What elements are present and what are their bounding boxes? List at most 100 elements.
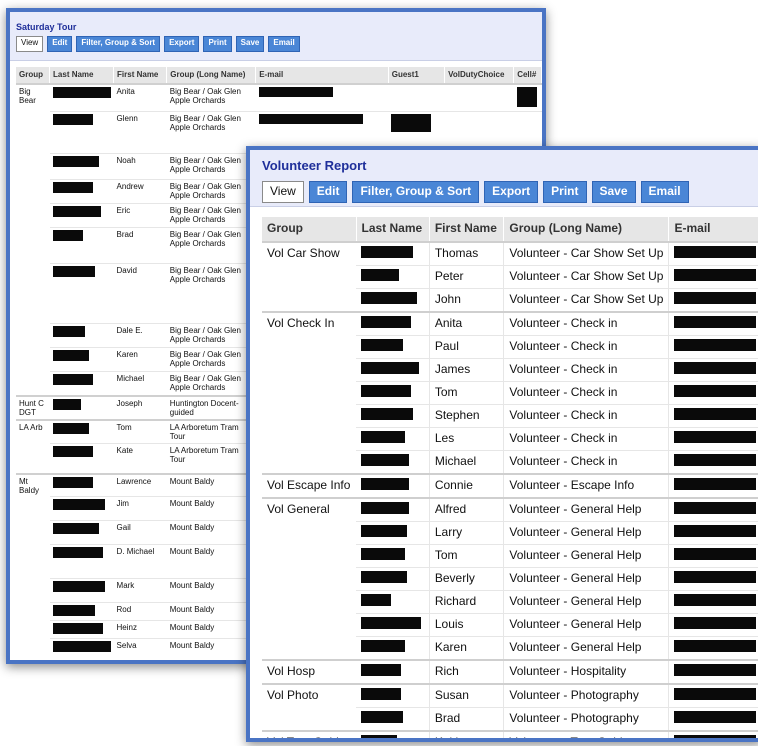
- row-last-name: [49, 394, 114, 420]
- table-row[interactable]: Vol Photo Susan Volunteer - Photography: [262, 683, 758, 708]
- redacted-value: [52, 581, 105, 592]
- row-group-empty: [262, 266, 356, 289]
- row-group-long-name: Mount Baldy: [166, 602, 256, 621]
- row-first-name: Tom: [429, 381, 505, 405]
- export-button[interactable]: Export: [484, 181, 539, 203]
- table-row[interactable]: Vol Tour Guide Keith Volunteer - Tour Guid…: [262, 730, 758, 738]
- column-header-last-name[interactable]: Last Name: [49, 67, 115, 84]
- table-row[interactable]: John Volunteer - Car Show Set Up: [262, 288, 758, 313]
- redacted-value: [391, 114, 432, 132]
- filter-group-sort-button[interactable]: Filter, Group & Sort: [352, 181, 480, 203]
- table-row[interactable]: Brad Volunteer - Photography: [262, 707, 758, 732]
- table-row[interactable]: Tom Volunteer - General Help: [262, 544, 758, 568]
- column-header-last-name[interactable]: Last Name: [356, 217, 430, 242]
- row-group-empty: [262, 637, 356, 661]
- row-group-long-name: Volunteer - General Help: [503, 567, 670, 591]
- table-row[interactable]: Peter Volunteer - Car Show Set Up: [262, 265, 758, 289]
- table-row[interactable]: James Volunteer - Check in: [262, 358, 758, 382]
- column-header-group[interactable]: Group: [16, 67, 51, 84]
- save-button[interactable]: Save: [235, 36, 265, 52]
- print-button[interactable]: Print: [203, 36, 232, 52]
- row-group-long-name: LA Arboretum Tram Tour: [166, 418, 256, 444]
- column-header-group-long-name[interactable]: Group (Long Name): [166, 67, 257, 84]
- table-row[interactable]: Michael Volunteer - Check in: [262, 450, 758, 475]
- column-header-first-name[interactable]: First Name: [429, 217, 505, 242]
- row-group-long-name: Big Bear / Oak Glen Apple Orchards: [166, 83, 256, 112]
- row-first-name: Anita: [429, 311, 505, 336]
- redacted-value: [361, 502, 409, 514]
- export-button[interactable]: Export: [164, 36, 200, 52]
- redacted-value: [674, 339, 757, 351]
- column-header-voldutychoice[interactable]: VolDutyChoice: [444, 67, 515, 84]
- email-button[interactable]: Email: [640, 181, 689, 203]
- redacted-value: [361, 408, 413, 420]
- save-button[interactable]: Save: [591, 181, 636, 203]
- row-email: [255, 83, 389, 112]
- row-first-name: Les: [429, 427, 505, 451]
- table-row[interactable]: Vol Escape Info Connie Volunteer - Escape …: [262, 473, 758, 499]
- row-last-name: [49, 602, 114, 621]
- table-row[interactable]: Richard Volunteer - General Help: [262, 590, 758, 614]
- row-group-long-name: Big Bear / Oak Glen Apple Orchards: [166, 203, 256, 228]
- row-group-long-name: Mount Baldy: [166, 520, 256, 545]
- table-row[interactable]: Louis Volunteer - General Help: [262, 613, 758, 637]
- row-email: [668, 567, 758, 591]
- row-last-name: [356, 404, 430, 428]
- row-email: [668, 730, 758, 738]
- row-group-empty: [262, 336, 356, 359]
- saturday-tour-title: Saturday Tour: [16, 22, 77, 32]
- table-row[interactable]: Big Bear Anita Big Bear / Oak Glen Apple O…: [16, 83, 542, 112]
- column-header-e-mail[interactable]: E-mail: [255, 67, 389, 84]
- table-row[interactable]: Vol General Alfred Volunteer - General Hel…: [262, 497, 758, 522]
- print-button[interactable]: Print: [543, 181, 587, 203]
- table-row[interactable]: Karen Volunteer - General Help: [262, 636, 758, 661]
- row-first-name: Andrew: [113, 179, 167, 204]
- row-first-name: Rich: [429, 659, 505, 685]
- row-group-empty: [262, 359, 356, 382]
- column-header-group-long-name[interactable]: Group (Long Name): [503, 217, 670, 242]
- table-row[interactable]: Vol Car Show Thomas Volunteer - Car Show S…: [262, 241, 758, 266]
- redacted-value: [361, 269, 399, 281]
- redacted-value: [361, 571, 407, 583]
- redacted-value: [361, 339, 403, 351]
- view-button[interactable]: View: [262, 181, 304, 203]
- row-group-long-name: Volunteer - General Help: [503, 613, 670, 637]
- table-row[interactable]: Beverly Volunteer - General Help: [262, 567, 758, 591]
- row-last-name: [49, 472, 114, 497]
- row-group-long-name: Volunteer - Photography: [503, 683, 670, 708]
- row-first-name: Keith: [429, 730, 505, 738]
- row-group-long-name: Volunteer - General Help: [503, 521, 670, 545]
- redacted-value: [361, 431, 405, 443]
- row-group-long-name: Mount Baldy: [166, 638, 256, 660]
- redacted-value: [361, 525, 407, 537]
- row-group-long-name: Volunteer - Check in: [503, 358, 670, 382]
- table-row[interactable]: Paul Volunteer - Check in: [262, 335, 758, 359]
- row-email: [668, 288, 758, 313]
- row-group-long-name: Big Bear / Oak Glen Apple Orchards: [166, 153, 256, 180]
- filter-group-sort-button[interactable]: Filter, Group & Sort: [76, 36, 161, 52]
- row-first-name: Glenn: [113, 111, 167, 154]
- row-email: [668, 450, 758, 475]
- row-group-long-name: LA Arboretum Tram Tour: [166, 443, 256, 474]
- table-row[interactable]: Stephen Volunteer - Check in: [262, 404, 758, 428]
- edit-button[interactable]: Edit: [308, 181, 348, 203]
- table-row[interactable]: Larry Volunteer - General Help: [262, 521, 758, 545]
- column-header-e-mail[interactable]: E-mail: [668, 217, 758, 242]
- edit-button[interactable]: Edit: [47, 36, 73, 52]
- table-row[interactable]: Vol Check In Anita Volunteer - Check in: [262, 311, 758, 336]
- saturday-tour-column-headers: Group Last Name First Name Group (Long Name…: [16, 67, 542, 84]
- table-row[interactable]: Vol Hosp Rich Volunteer - Hospitality: [262, 659, 758, 685]
- row-first-name: Dale E.: [113, 323, 167, 348]
- column-header-guest1[interactable]: Guest1: [388, 67, 446, 84]
- redacted-value: [674, 431, 757, 443]
- column-header-first-name[interactable]: First Name: [113, 67, 168, 84]
- row-group-long-name: Volunteer - Check in: [503, 450, 670, 475]
- table-row[interactable]: Les Volunteer - Check in: [262, 427, 758, 451]
- column-header-cell[interactable]: Cell#: [513, 67, 542, 84]
- view-button[interactable]: View: [16, 36, 44, 52]
- row-email: [668, 358, 758, 382]
- table-row[interactable]: Tom Volunteer - Check in: [262, 381, 758, 405]
- row-group-empty: [262, 289, 356, 313]
- email-button[interactable]: Email: [268, 36, 300, 52]
- column-header-group[interactable]: Group: [262, 217, 357, 242]
